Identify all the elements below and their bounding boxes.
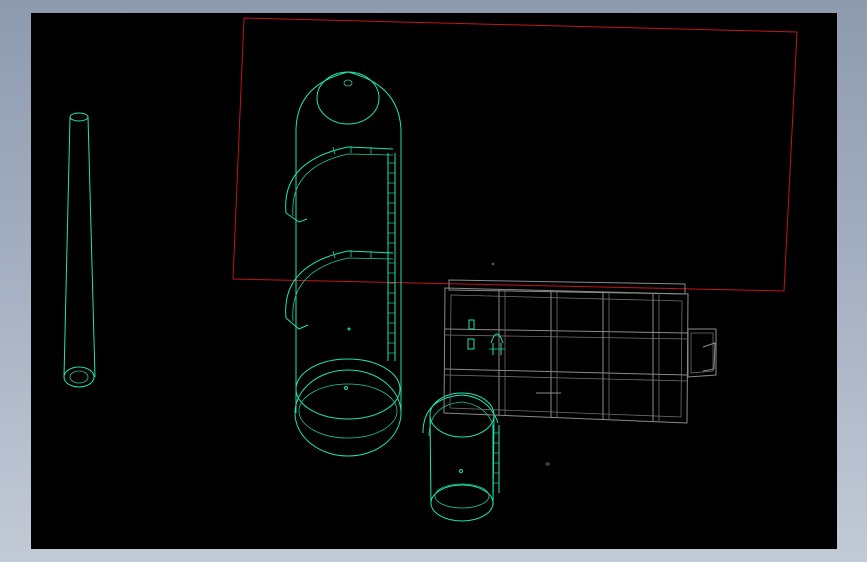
drawing-canvas[interactable] [31,13,837,549]
small-vessel[interactable] [422,392,500,522]
absorption-tower[interactable] [285,71,402,457]
selection-window-outline [232,17,798,292]
steel-frame-structure[interactable] [443,262,717,466]
chimney-stack[interactable] [63,112,96,388]
cad-model-viewport[interactable] [31,13,837,549]
